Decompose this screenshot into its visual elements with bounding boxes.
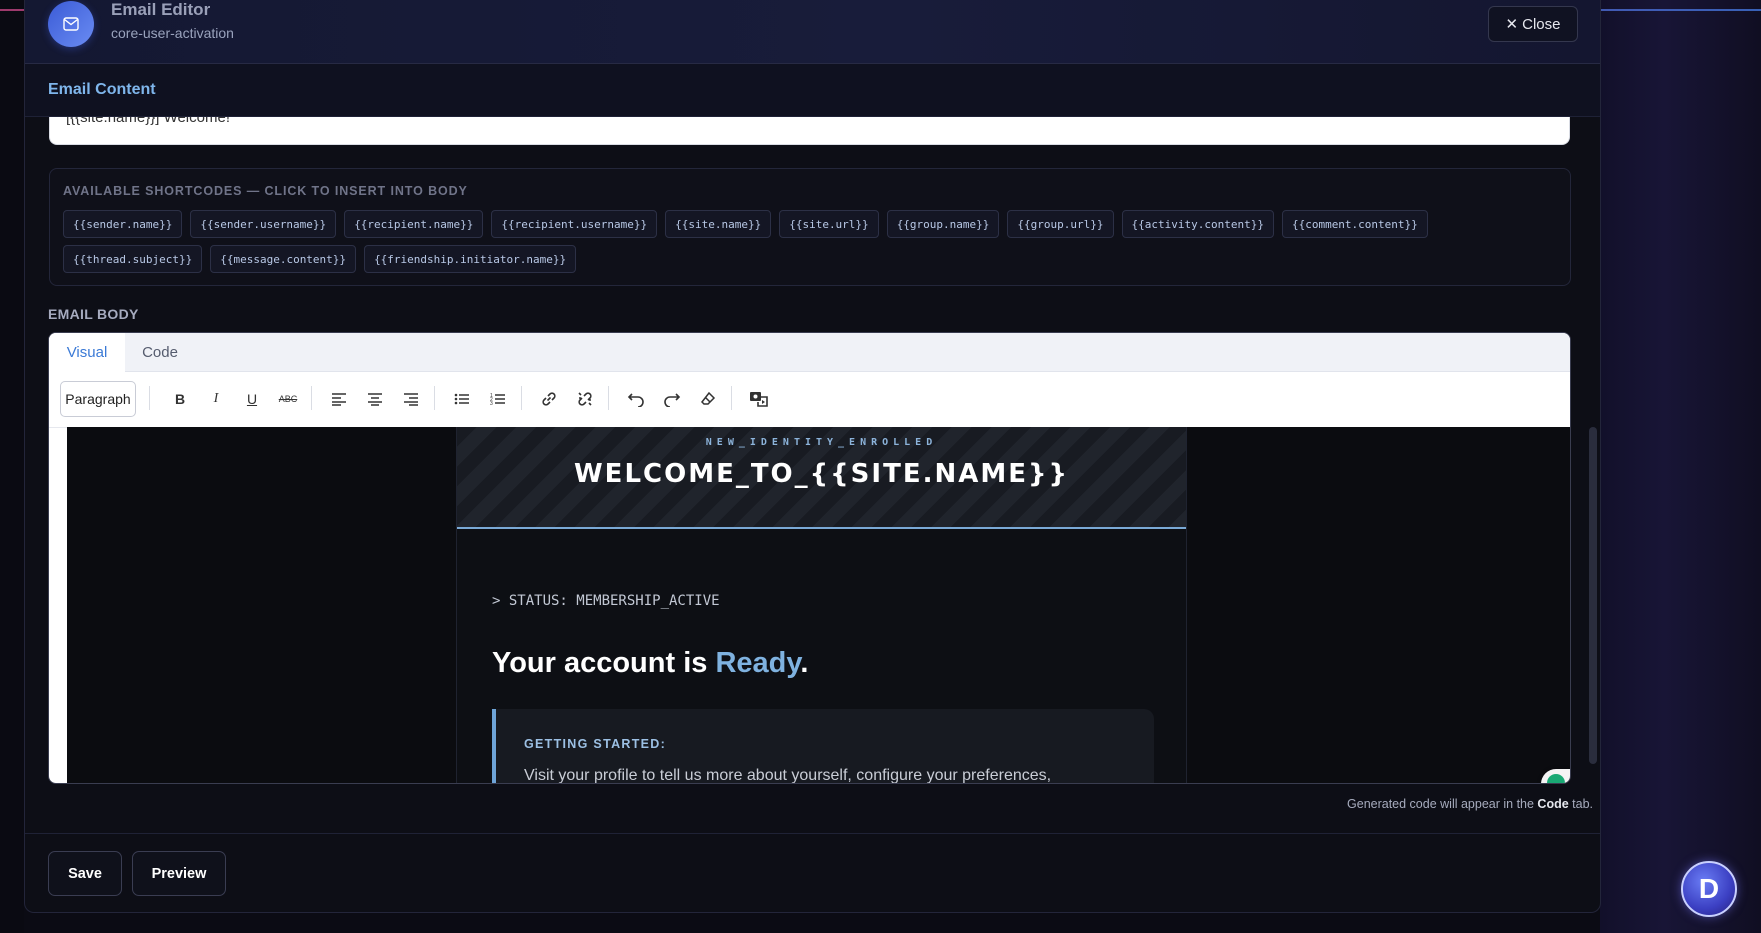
svg-text:3: 3 xyxy=(490,401,493,406)
note-suffix: tab. xyxy=(1568,797,1593,811)
modal-title: Email Editor xyxy=(111,0,211,19)
shortcode-chip[interactable]: {{group.name}} xyxy=(886,210,1000,238)
toolbar-divider xyxy=(608,386,609,410)
underline-icon[interactable]: U xyxy=(238,384,266,414)
unlink-icon[interactable] xyxy=(571,384,599,414)
toolbar-divider xyxy=(521,386,522,410)
background-right xyxy=(1600,0,1761,933)
shortcode-chip[interactable]: {{recipient.username}} xyxy=(491,210,658,238)
section-tabbar: Email Content xyxy=(25,64,1600,117)
close-label: Close xyxy=(1522,15,1561,33)
bold-icon[interactable]: B xyxy=(166,384,194,414)
toolbar-divider xyxy=(731,386,732,410)
modal-header: Email Editor core-user-activation ✕ Clos… xyxy=(25,0,1600,64)
toolbar-divider xyxy=(311,386,312,410)
italic-icon[interactable]: I xyxy=(202,384,230,414)
tab-code[interactable]: Code xyxy=(125,333,195,372)
email-preview: NEW_IDENTITY_ENROLLED WELCOME_TO_{{SITE.… xyxy=(456,427,1187,784)
format-select[interactable]: Paragraph xyxy=(60,381,136,417)
close-button[interactable]: ✕ Close xyxy=(1488,6,1578,42)
status-line: > STATUS: MEMBERSHIP_ACTIVE xyxy=(492,593,720,609)
note-prefix: Generated code will appear in the xyxy=(1347,797,1538,811)
modal-footer: Save Preview xyxy=(25,833,1600,913)
align-center-icon[interactable] xyxy=(361,384,389,414)
background-left xyxy=(0,0,24,933)
media-icon[interactable] xyxy=(745,384,773,414)
close-icon: ✕ xyxy=(1505,16,1519,33)
shortcode-chip[interactable]: {{sender.username}} xyxy=(190,210,337,238)
assistant-button[interactable]: D xyxy=(1681,861,1737,917)
numbered-list-icon[interactable]: 123 xyxy=(484,384,512,414)
visual-canvas[interactable]: NEW_IDENTITY_ENROLLED WELCOME_TO_{{SITE.… xyxy=(67,427,1570,784)
subject-input[interactable]: [{{site.name}}] Welcome! xyxy=(49,117,1570,145)
shortcode-chip[interactable]: {{group.url}} xyxy=(1007,210,1114,238)
email-headline: Your account is Ready. xyxy=(492,647,808,680)
editor-toolbar: Paragraph B I U ABC 123 xyxy=(49,372,1570,428)
tab-visual[interactable]: Visual xyxy=(49,333,125,372)
undo-icon[interactable] xyxy=(622,384,650,414)
shortcode-chip[interactable]: {{message.content}} xyxy=(210,245,357,273)
headline-accent: Ready xyxy=(715,647,801,679)
email-editor-modal: Email Editor core-user-activation ✕ Clos… xyxy=(24,0,1601,913)
align-left-icon[interactable] xyxy=(325,384,353,414)
hero-title: WELCOME_TO_{{SITE.NAME}} xyxy=(574,459,1069,489)
align-right-icon[interactable] xyxy=(397,384,425,414)
clear-format-icon[interactable] xyxy=(694,384,722,414)
getting-started-callout: GETTING STARTED: Visit your profile to t… xyxy=(492,709,1154,784)
shortcodes-title: AVAILABLE SHORTCODES — CLICK TO INSERT I… xyxy=(63,184,468,198)
subject-value: [{{site.name}}] Welcome! xyxy=(66,117,230,126)
link-icon[interactable] xyxy=(535,384,563,414)
hero-kicker: NEW_IDENTITY_ENROLLED xyxy=(705,437,938,448)
tab-email-content[interactable]: Email Content xyxy=(48,81,156,99)
headline-end: . xyxy=(800,647,809,679)
email-hero: NEW_IDENTITY_ENROLLED WELCOME_TO_{{SITE.… xyxy=(457,427,1186,529)
toolbar-divider xyxy=(434,386,435,410)
mail-icon xyxy=(48,1,94,47)
callout-text: Visit your profile to tell us more about… xyxy=(524,767,1052,784)
shortcode-list: {{sender.name}} {{sender.username}} {{re… xyxy=(63,210,1563,273)
shortcode-chip[interactable]: {{site.url}} xyxy=(779,210,879,238)
shortcode-chip[interactable]: {{thread.subject}} xyxy=(63,245,203,273)
shortcodes-panel: AVAILABLE SHORTCODES — CLICK TO INSERT I… xyxy=(49,168,1571,286)
redo-icon[interactable] xyxy=(658,384,686,414)
email-body-label: EMAIL BODY xyxy=(48,306,139,322)
code-tab-note: Generated code will appear in the Code t… xyxy=(1225,797,1593,811)
shortcode-chip[interactable]: {{site.name}} xyxy=(665,210,772,238)
email-body-editor: Visual Code Paragraph B I U ABC 1 2 3 NE… xyxy=(48,332,1571,784)
shortcode-chip[interactable]: {{comment.content}} xyxy=(1281,210,1428,238)
modal-subtitle: core-user-activation xyxy=(111,25,234,41)
modal-scrollbar[interactable] xyxy=(1589,427,1597,764)
editor-tabs: Visual Code xyxy=(49,333,1570,372)
toolbar-divider xyxy=(149,386,150,410)
shortcode-chip[interactable]: {{sender.name}} xyxy=(63,210,183,238)
preview-button[interactable]: Preview xyxy=(132,851,226,896)
shortcode-chip[interactable]: {{friendship.initiator.name}} xyxy=(364,245,577,273)
strikethrough-icon[interactable]: ABC xyxy=(274,384,302,414)
callout-title: GETTING STARTED: xyxy=(524,737,667,751)
shortcode-chip[interactable]: {{activity.content}} xyxy=(1121,210,1274,238)
note-bold: Code xyxy=(1537,797,1569,811)
save-button[interactable]: Save xyxy=(48,851,122,896)
bullet-list-icon[interactable] xyxy=(448,384,476,414)
shortcode-chip[interactable]: {{recipient.name}} xyxy=(344,210,484,238)
headline-start: Your account is xyxy=(492,647,716,679)
